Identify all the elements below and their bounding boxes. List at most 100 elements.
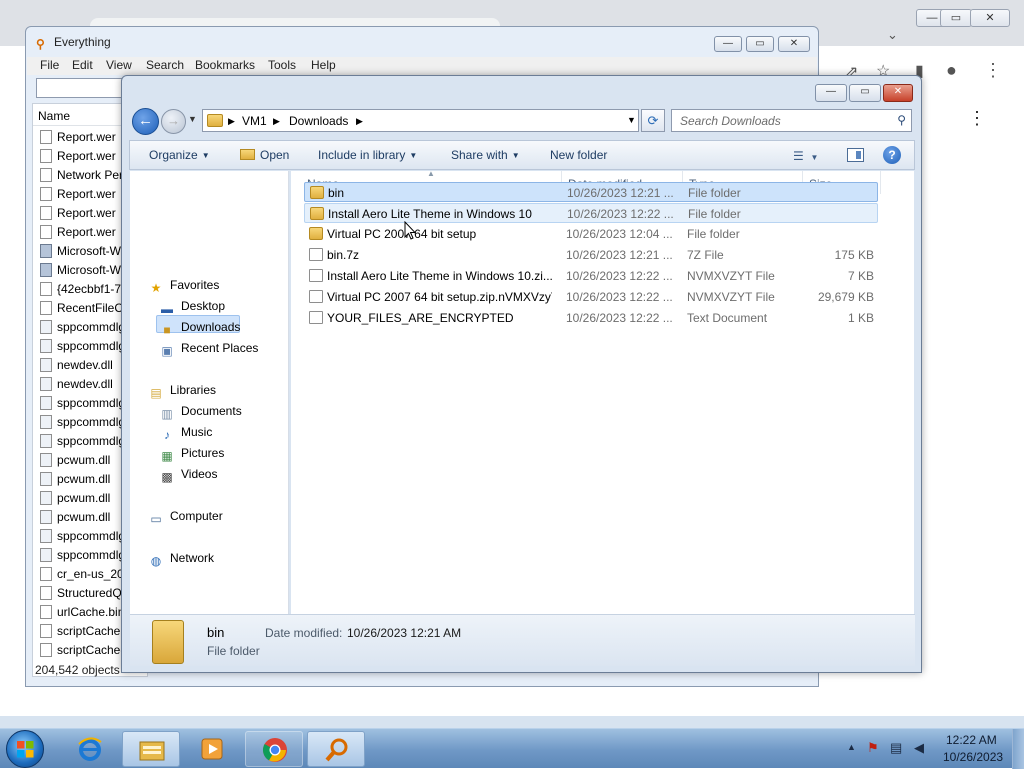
help-icon[interactable]: ? — [883, 146, 901, 164]
breadcrumb-arrow-icon[interactable]: ▶ — [273, 116, 280, 127]
back-button[interactable]: ← — [132, 108, 159, 135]
nav-videos[interactable]: ▩ Videos — [159, 467, 217, 484]
table-row[interactable]: Install Aero Lite Theme in Windows 10.zi… — [304, 266, 878, 286]
cell-type: File folder — [687, 227, 740, 241]
list-item-label: sppcommdlg — [57, 415, 126, 429]
chevron-down-icon[interactable]: ⌄ — [887, 27, 898, 43]
nav-network-label: Network — [170, 551, 215, 565]
menu-view[interactable]: View — [106, 58, 132, 72]
clock-time[interactable]: 12:22 AM — [946, 733, 997, 747]
chevron-down-icon: ▼ — [511, 151, 520, 160]
table-row[interactable]: Install Aero Lite Theme in Windows 10 10/… — [304, 203, 878, 223]
cell-name: Install Aero Lite Theme in Windows 10 — [328, 207, 532, 221]
breadcrumb-downloads[interactable]: Downloads — [289, 114, 348, 128]
file-icon — [40, 225, 52, 239]
chrome-close-button[interactable]: ✕ — [970, 9, 1010, 27]
file-icon — [40, 567, 52, 581]
menu-bookmarks[interactable]: Bookmarks — [195, 58, 255, 72]
address-bar[interactable]: ▶ VM1 ▶ Downloads ▶ ▼ — [202, 109, 639, 132]
breadcrumb-vm1[interactable]: VM1 — [242, 114, 267, 128]
file-icon — [309, 311, 323, 324]
forward-button[interactable]: → — [161, 109, 186, 134]
column-separator[interactable] — [880, 171, 881, 194]
explorer-close-button[interactable]: ✕ — [883, 84, 913, 102]
explorer-maximize-button[interactable]: ▭ — [849, 84, 881, 102]
taskbar-everything[interactable] — [307, 731, 365, 767]
taskbar-media-player[interactable] — [183, 731, 241, 767]
profile-icon[interactable]: ● — [946, 60, 957, 81]
table-row[interactable]: Virtual PC 2007 64 bit setup.zip.nVMXVzy… — [304, 287, 878, 307]
new-folder-button[interactable]: New folder — [550, 148, 607, 162]
recent-places-icon: ▣ — [161, 344, 173, 358]
nav-libraries[interactable]: ▤ Libraries — [148, 383, 216, 400]
network-tray-icon[interactable]: ▤ — [890, 740, 902, 756]
menu-search[interactable]: Search — [146, 58, 184, 72]
nav-downloads[interactable]: ■ Downloads — [159, 320, 240, 337]
volume-muted-icon[interactable]: ◀ — [914, 740, 924, 756]
menu-help[interactable]: Help — [311, 58, 336, 72]
nav-desktop[interactable]: ▬ Desktop — [159, 299, 225, 316]
address-dropdown-icon[interactable]: ▼ — [627, 115, 636, 125]
open-button[interactable]: Open — [240, 148, 289, 162]
taskbar-windows-explorer[interactable] — [122, 731, 180, 767]
everything-close-button[interactable]: ✕ — [778, 36, 810, 52]
taskbar-chrome[interactable] — [245, 731, 303, 767]
search-box[interactable]: Search Downloads ⚲ — [671, 109, 912, 132]
nav-music[interactable]: ♪ Music — [159, 425, 212, 442]
breadcrumb-arrow-icon[interactable]: ▶ — [356, 116, 363, 127]
menu-tools[interactable]: Tools — [268, 58, 296, 72]
table-row[interactable]: YOUR_FILES_ARE_ENCRYPTED 10/26/2023 12:22… — [304, 308, 878, 328]
file-list[interactable]: Name ▲ Date modified Type Size bin10/26/… — [291, 169, 914, 614]
include-in-library-button[interactable]: Include in library ▼ — [318, 148, 417, 162]
organize-label: Organize — [149, 148, 198, 162]
nav-recent-label: Recent Places — [181, 341, 259, 355]
preview-pane-icon[interactable] — [847, 148, 864, 162]
cell-name: bin — [328, 186, 345, 200]
table-row[interactable]: bin 10/26/2023 12:21 ... File folder — [304, 182, 878, 202]
table-row[interactable]: bin.7z 10/26/2023 12:21 ... 7Z File 175 KB — [304, 245, 878, 265]
page-menu-icon[interactable]: ⋮ — [968, 108, 986, 129]
search-icon[interactable]: ⚲ — [897, 113, 906, 127]
nav-computer-label: Computer — [170, 509, 223, 523]
cell-type: NVMXVZYT File — [687, 269, 775, 283]
taskbar-internet-explorer[interactable] — [61, 731, 119, 767]
tray-expand-icon[interactable]: ▲ — [847, 742, 856, 752]
chrome-menu-icon[interactable]: ⋮ — [984, 60, 1002, 81]
star-icon: ★ — [150, 281, 162, 295]
organize-button[interactable]: Organize ▼ — [149, 148, 210, 162]
start-button[interactable] — [6, 730, 44, 768]
menu-file[interactable]: File — [40, 58, 59, 72]
menu-edit[interactable]: Edit — [72, 58, 93, 72]
everything-maximize-button[interactable]: ▭ — [746, 36, 774, 52]
action-center-flag-icon[interactable]: ⚑ — [867, 740, 879, 756]
chrome-maximize-button[interactable]: ▭ — [940, 9, 972, 27]
nav-network[interactable]: ◍ Network — [148, 551, 214, 568]
event-log-icon — [40, 263, 52, 277]
nav-recent-places[interactable]: ▣ Recent Places — [159, 341, 258, 358]
everything-minimize-button[interactable]: — — [714, 36, 742, 52]
nav-videos-label: Videos — [181, 467, 218, 481]
nav-favorites[interactable]: ★ Favorites — [148, 278, 220, 295]
file-icon — [309, 269, 323, 282]
cell-type: Text Document — [687, 311, 768, 325]
dll-file-icon — [40, 396, 52, 410]
list-item-label: cr_en-us_202 — [57, 567, 131, 581]
nav-documents[interactable]: ▥ Documents — [159, 404, 241, 421]
magnifier-logo-icon: ⚲ — [36, 37, 45, 51]
list-item-label: {42ecbbf1-73 — [57, 282, 128, 296]
show-desktop-button[interactable] — [1012, 729, 1024, 769]
nav-computer[interactable]: ▭ Computer — [148, 509, 223, 526]
share-with-button[interactable]: Share with ▼ — [451, 148, 520, 162]
breadcrumb-arrow-icon[interactable]: ▶ — [228, 116, 235, 127]
file-icon — [40, 206, 52, 220]
nav-pictures[interactable]: ▦ Pictures — [159, 446, 224, 463]
cell-size: 7 KB — [847, 269, 874, 283]
views-icon[interactable]: ☰ ▼ — [793, 149, 818, 163]
file-icon — [309, 248, 323, 261]
explorer-minimize-button[interactable]: — — [815, 84, 847, 102]
refresh-button[interactable]: ⟳ — [641, 109, 665, 132]
clock-date[interactable]: 10/26/2023 — [943, 750, 1003, 764]
recent-pages-dropdown[interactable]: ▼ — [188, 114, 197, 124]
nav-desktop-label: Desktop — [181, 299, 226, 313]
table-row[interactable]: Virtual PC 2007 64 bit setup 10/26/2023 1… — [304, 224, 878, 244]
